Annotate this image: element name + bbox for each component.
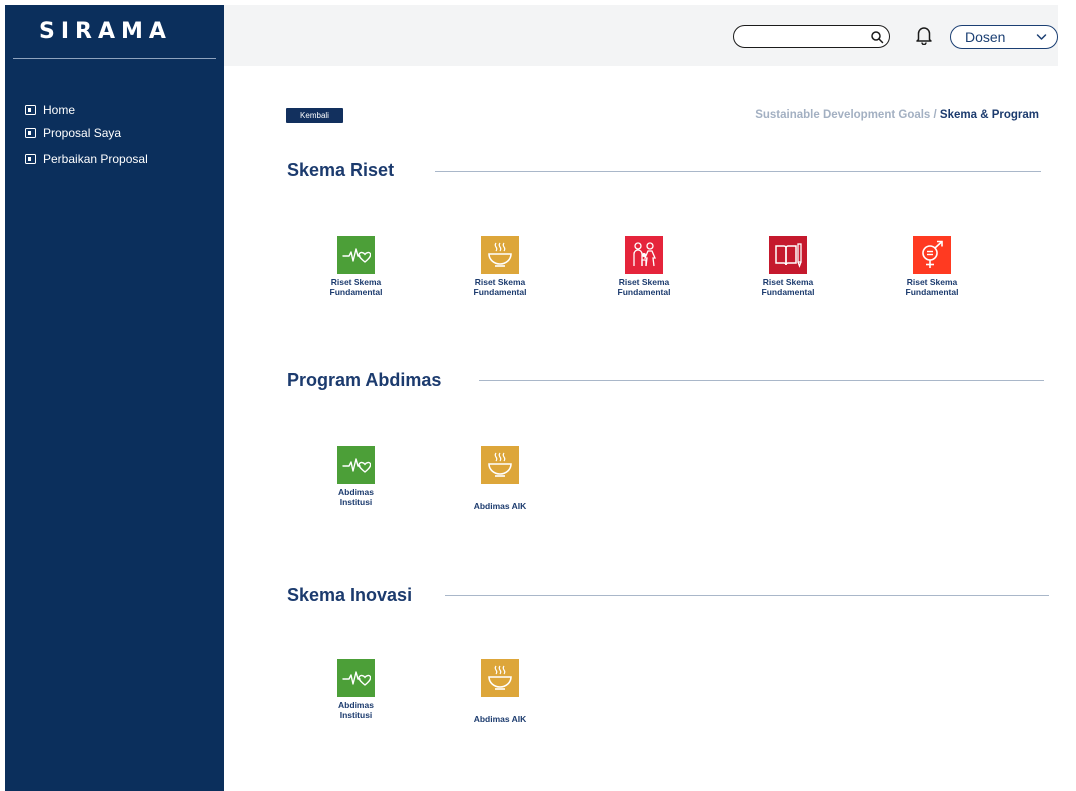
card-label: Riset Skema Fundamental [905,277,959,297]
card-riset-skema-fundamental[interactable]: Riset Skema Fundamental [589,236,699,297]
sidebar-item-home[interactable]: Home [25,101,148,119]
chevron-down-icon [1036,34,1047,40]
card-label: Riset Skema Fundamental [329,277,383,297]
card-riset-skema-fundamental[interactable]: Riset Skema Fundamental [877,236,987,297]
card-abdimas-aik[interactable]: Abdimas AIK [445,659,555,724]
food-bowl-icon [481,236,519,274]
card-riset-skema-fundamental[interactable]: Riset Skema Fundamental [445,236,555,297]
gender-equality-icon [913,236,951,274]
section-divider [445,595,1049,596]
card-abdimas-institusi[interactable]: Abdimas Institusi [301,446,411,507]
sidebar-item-label: Perbaikan Proposal [43,152,148,166]
card-riset-skema-fundamental[interactable]: Riset Skema Fundamental [301,236,411,297]
search-icon[interactable] [870,30,884,44]
breadcrumb: Sustainable Development Goals / Skema & … [755,109,1039,121]
card-label: Abdimas AIK [473,501,527,511]
breadcrumb-separator: / [930,109,940,121]
role-dropdown[interactable]: Dosen [950,25,1058,49]
card-abdimas-institusi[interactable]: Abdimas Institusi [301,659,411,720]
back-button[interactable]: Kembali [286,108,343,123]
logo-divider [13,58,216,59]
search-input[interactable] [744,29,864,44]
family-icon [625,236,663,274]
card-label: Abdimas Institusi [338,487,374,507]
health-heartbeat-icon [337,236,375,274]
food-bowl-icon [481,659,519,697]
sidebar-item-label: Proposal Saya [43,126,122,140]
sidebar-nav: Home Proposal Saya Perbaikan Proposal [25,101,148,173]
breadcrumb-parent[interactable]: Sustainable Development Goals [755,109,930,121]
sidebar: SIRAMA Home Proposal Saya Perbaikan Prop… [5,5,224,791]
role-label: Dosen [965,29,1006,45]
section-title-skema-riset: Skema Riset [287,160,395,180]
top-bar: Dosen [224,5,1058,66]
section-divider [435,171,1041,172]
app-logo: SIRAMA [39,19,172,44]
book-pencil-icon [769,236,807,274]
section-title-skema-inovasi: Skema Inovasi [287,585,413,605]
panel-icon [25,154,36,164]
card-label: Riset Skema Fundamental [473,277,527,297]
section-title-program-abdimas: Program Abdimas [287,370,442,390]
app-frame: SIRAMA Home Proposal Saya Perbaikan Prop… [0,0,1076,791]
health-heartbeat-icon [337,446,375,484]
health-heartbeat-icon [337,659,375,697]
section-divider [479,380,1044,381]
sidebar-item-proposal-saya[interactable]: Proposal Saya [25,124,148,142]
panel-icon [25,128,36,138]
food-bowl-icon [481,446,519,484]
card-label: Riset Skema Fundamental [761,277,815,297]
card-riset-skema-fundamental[interactable]: Riset Skema Fundamental [733,236,843,297]
panel-icon [25,105,36,115]
card-label: Abdimas Institusi [338,700,374,720]
card-abdimas-aik[interactable]: Abdimas AIK [445,446,555,511]
sidebar-item-label: Home [43,103,76,117]
card-label: Abdimas AIK [473,714,527,724]
bell-icon[interactable] [915,25,933,45]
search-box[interactable] [733,25,890,48]
card-label: Riset Skema Fundamental [617,277,671,297]
sidebar-item-perbaikan-proposal[interactable]: Perbaikan Proposal [25,150,148,168]
breadcrumb-current: Skema & Program [939,109,1039,121]
